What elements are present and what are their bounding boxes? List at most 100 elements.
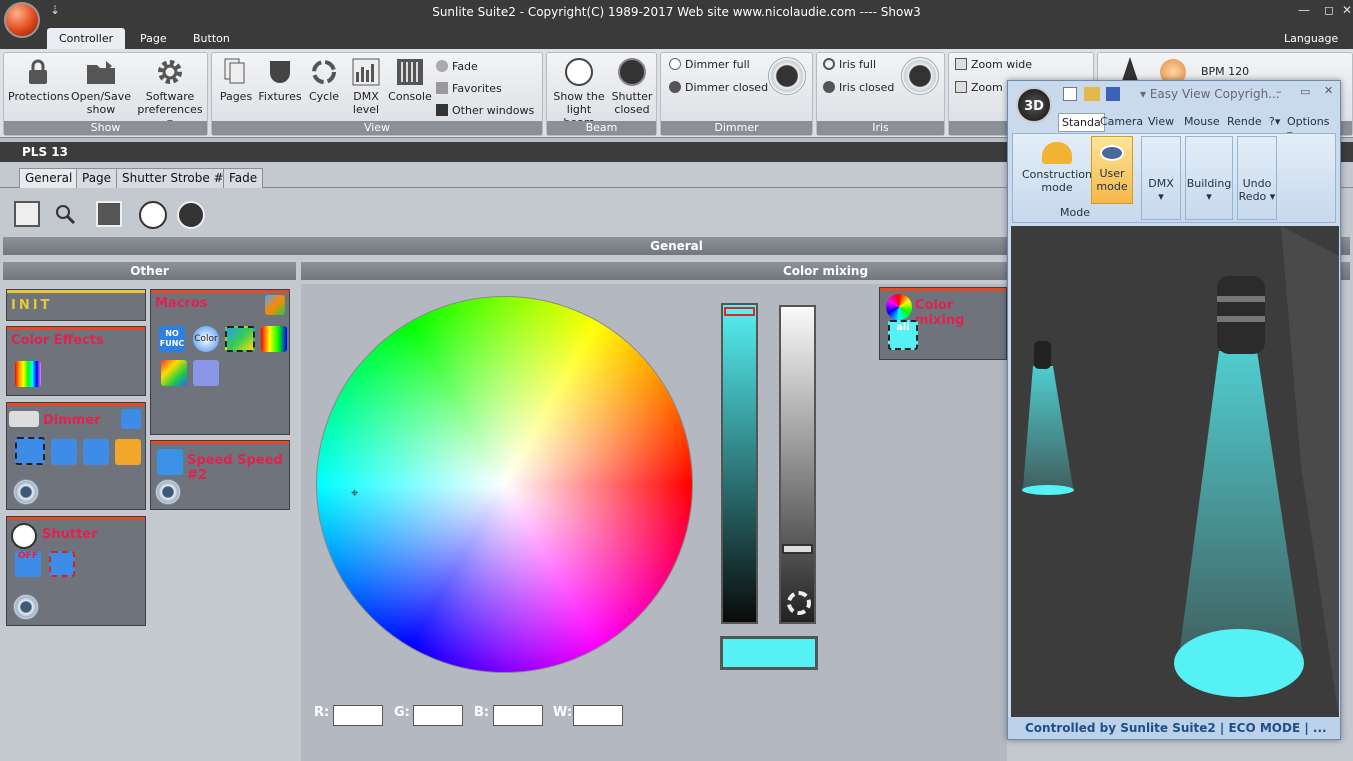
macro-rainbow-icon[interactable] bbox=[261, 326, 287, 352]
quick-access-menu-icon[interactable]: ⇣ bbox=[50, 3, 60, 17]
favorites-button[interactable]: Favorites bbox=[436, 82, 502, 95]
tab-page[interactable]: Page bbox=[128, 28, 179, 49]
zoom-wide-label: Zoom wide bbox=[971, 58, 1033, 71]
init-panel[interactable]: INIT bbox=[6, 289, 146, 321]
show-light-beam-button[interactable]: Show thelight beam bbox=[550, 57, 608, 129]
b-input[interactable] bbox=[493, 705, 543, 726]
construction-mode-label: mode bbox=[1041, 181, 1073, 194]
dimmer-knob[interactable] bbox=[768, 57, 806, 95]
tab-shutter-strobe[interactable]: Shutter Strobe #2 bbox=[116, 168, 238, 188]
speaker-icon[interactable] bbox=[193, 360, 219, 386]
open-folder-icon[interactable] bbox=[1084, 87, 1100, 101]
minimize-icon[interactable]: — bbox=[1298, 3, 1310, 17]
zoom-wide-button[interactable]: Zoom wide bbox=[955, 58, 1032, 71]
iris-knob[interactable] bbox=[901, 57, 939, 95]
easy-view-title-text: Easy View Copyrigh... bbox=[1149, 87, 1280, 101]
color-effects-label: Color Effects bbox=[11, 333, 104, 348]
pages-button[interactable]: Pages bbox=[218, 57, 254, 103]
shutter-speed-knob[interactable] bbox=[13, 594, 39, 620]
3d-minimize-icon[interactable]: – bbox=[1276, 85, 1282, 98]
dimmer-preset-1-icon[interactable] bbox=[51, 439, 77, 465]
software-preferences-button[interactable]: Softwarepreferences ▾ bbox=[135, 57, 205, 129]
color-cursor-icon[interactable]: ⌖ bbox=[351, 486, 358, 501]
new-file-icon[interactable] bbox=[1063, 87, 1077, 101]
color-effects-icon[interactable] bbox=[15, 361, 41, 387]
cycle-button[interactable]: Cycle bbox=[306, 57, 342, 103]
g-input[interactable] bbox=[413, 705, 463, 726]
language-menu[interactable]: Language ▾ bbox=[1272, 28, 1353, 58]
help-label: ? bbox=[1269, 115, 1275, 128]
app-logo-icon[interactable] bbox=[4, 2, 40, 38]
white-slider[interactable] bbox=[779, 305, 816, 624]
strobe-preset-icon[interactable] bbox=[49, 551, 75, 577]
group-show-label: Show bbox=[4, 121, 207, 135]
tab-controller[interactable]: Controller bbox=[47, 28, 126, 49]
w-input[interactable] bbox=[573, 705, 623, 726]
protections-button[interactable]: Protections bbox=[8, 57, 69, 103]
tab-general[interactable]: General bbox=[19, 168, 79, 188]
fade-button[interactable]: Fade bbox=[436, 60, 478, 73]
shutter-off-icon[interactable]: OFF bbox=[15, 551, 41, 577]
tab-standard[interactable]: Standa bbox=[1058, 113, 1105, 132]
tab-fade[interactable]: Fade bbox=[223, 168, 264, 188]
beam-on-icon[interactable] bbox=[139, 201, 167, 229]
tab-mouse[interactable]: Mouse bbox=[1184, 115, 1220, 128]
tab-button[interactable]: Button bbox=[181, 28, 242, 49]
dimmer-speed-knob[interactable] bbox=[13, 479, 39, 505]
search-icon[interactable] bbox=[52, 201, 78, 227]
iris-full-button[interactable]: Iris full bbox=[823, 58, 876, 71]
maximize-icon[interactable]: ◻ bbox=[1324, 3, 1334, 17]
dmx-3d-button[interactable]: DMX ▾ bbox=[1141, 136, 1181, 220]
eye-icon bbox=[1100, 145, 1124, 161]
tab-help[interactable]: ?▾ bbox=[1269, 115, 1280, 128]
no-func-icon[interactable]: NO FUNC bbox=[159, 326, 185, 352]
title-bar: Sunlite Suite2 - Copyright(C) 1989-2017 … bbox=[0, 0, 1353, 25]
fixtures-button[interactable]: Fixtures bbox=[258, 57, 302, 103]
dimmer-preset-2-icon[interactable] bbox=[83, 439, 109, 465]
tab-page-device[interactable]: Page bbox=[76, 168, 118, 188]
other-windows-button[interactable]: Other windows bbox=[436, 104, 534, 117]
console-label: Console bbox=[388, 90, 432, 103]
macro-header-icon[interactable] bbox=[265, 295, 285, 315]
screen-icon[interactable] bbox=[14, 201, 40, 227]
auto-icon[interactable] bbox=[787, 591, 811, 615]
tab-render[interactable]: Rende bbox=[1227, 115, 1262, 128]
building-button[interactable]: Building ▾ bbox=[1185, 136, 1233, 220]
r-input[interactable] bbox=[333, 705, 383, 726]
construction-mode-button[interactable]: Construction mode bbox=[1017, 138, 1097, 206]
color-wheel[interactable] bbox=[316, 296, 693, 673]
undo-redo-button[interactable]: Undo Redo ▾ bbox=[1237, 136, 1277, 220]
closed-label: closed bbox=[614, 103, 650, 116]
save-icon[interactable] bbox=[1106, 87, 1120, 101]
white-handle[interactable] bbox=[782, 544, 813, 554]
3d-close-icon[interactable]: ✕ bbox=[1324, 84, 1333, 97]
3d-scene[interactable] bbox=[1011, 226, 1339, 717]
user-mode-button[interactable]: User mode bbox=[1091, 136, 1133, 204]
tab-camera[interactable]: Camera bbox=[1100, 115, 1143, 128]
layout-icon[interactable] bbox=[96, 201, 122, 227]
open-save-show-button[interactable]: Open/Save show bbox=[70, 57, 132, 116]
dimmer-full-button[interactable]: Dimmer full bbox=[669, 58, 750, 71]
close-icon[interactable]: ✕ bbox=[1342, 3, 1352, 17]
dimmer-closed-button[interactable]: Dimmer closed bbox=[669, 81, 768, 94]
iris-closed-button[interactable]: Iris closed bbox=[823, 81, 894, 94]
3d-maximize-icon[interactable]: ▭ bbox=[1300, 85, 1310, 98]
shutter-closed-button[interactable]: Shutter closed bbox=[609, 57, 655, 116]
saturation-handle[interactable] bbox=[724, 307, 755, 316]
dimmer-effect-icon[interactable] bbox=[115, 439, 141, 465]
dimmer-header-icon[interactable] bbox=[121, 409, 141, 429]
dimmer-preset-icon[interactable] bbox=[15, 437, 45, 465]
3d-logo-icon[interactable]: 3D bbox=[1016, 87, 1052, 123]
color-macro-icon[interactable]: Color bbox=[193, 326, 219, 352]
macro-gradient-icon[interactable] bbox=[161, 360, 187, 386]
speed-knob[interactable] bbox=[155, 479, 181, 505]
saturation-slider[interactable] bbox=[721, 303, 758, 624]
zoom-button[interactable]: Zoom bbox=[955, 81, 1003, 94]
dmx-level-button[interactable]: DMX level bbox=[346, 57, 386, 116]
zoom-wide-icon bbox=[955, 58, 967, 70]
console-button[interactable]: Console bbox=[388, 57, 432, 103]
macro-selected-icon[interactable] bbox=[225, 326, 255, 352]
all-color-button[interactable]: all bbox=[888, 320, 918, 350]
beam-off-icon[interactable] bbox=[177, 201, 205, 229]
tab-view-3d[interactable]: View bbox=[1148, 115, 1174, 128]
